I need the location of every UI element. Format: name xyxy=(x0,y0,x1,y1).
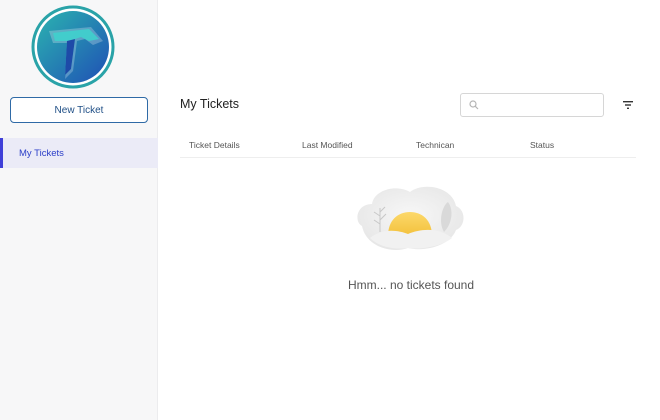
empty-state-message: Hmm... no tickets found xyxy=(347,278,475,292)
column-header-technician[interactable]: Technican xyxy=(416,140,454,150)
new-ticket-button[interactable]: New Ticket xyxy=(10,97,148,123)
search-icon xyxy=(469,100,479,110)
sidebar: New Ticket My Tickets xyxy=(0,0,158,420)
empty-state-illustration xyxy=(357,186,464,250)
sidebar-item-label: My Tickets xyxy=(19,147,64,159)
column-header-last-modified[interactable]: Last Modified xyxy=(302,140,353,150)
column-header-status[interactable]: Status xyxy=(530,140,554,150)
filter-icon[interactable] xyxy=(621,98,635,112)
search-box[interactable] xyxy=(460,93,604,117)
brand-logo-icon xyxy=(31,5,115,89)
sidebar-item-my-tickets[interactable]: My Tickets xyxy=(0,138,158,168)
column-header-ticket-details[interactable]: Ticket Details xyxy=(189,140,240,150)
table-header: Ticket Details Last Modified Technican S… xyxy=(180,135,636,158)
search-input[interactable] xyxy=(483,99,593,111)
page-title: My Tickets xyxy=(180,97,240,111)
